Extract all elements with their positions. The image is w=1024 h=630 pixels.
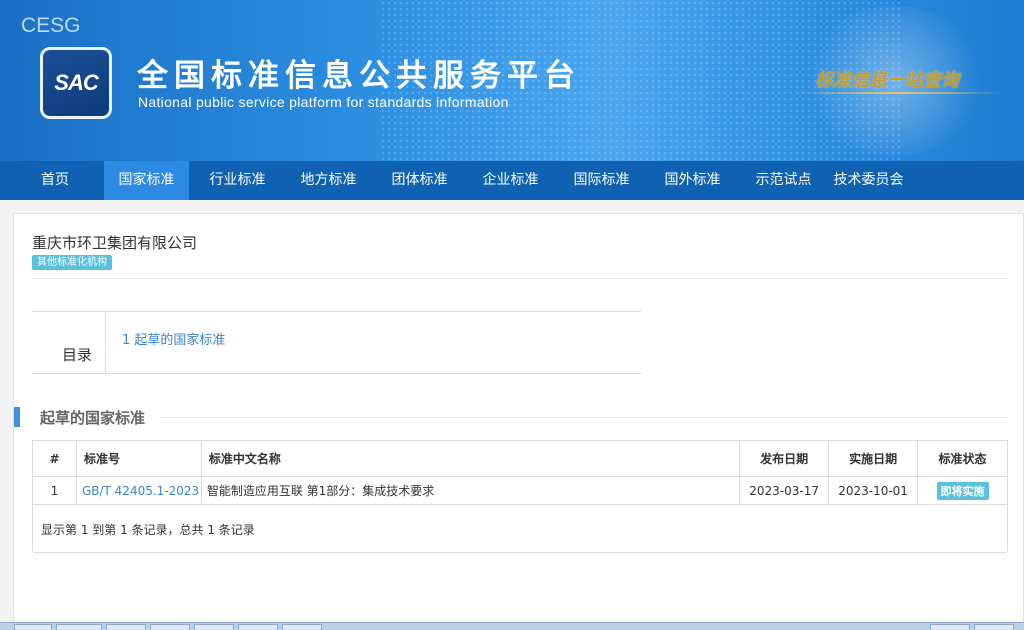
logo-text: SAC (54, 70, 98, 95)
nav-item-industry[interactable]: 行业标准 (195, 161, 280, 200)
nav-item-group[interactable]: 团体标准 (377, 161, 462, 200)
standards-table: # 标准号 标准中文名称 发布日期 实施日期 标准状态 1 GB/T 42405… (32, 440, 1008, 505)
taskbar-button[interactable] (238, 624, 278, 630)
nav-item-pilot[interactable]: 示范试点 (741, 161, 826, 200)
row-index: 1 (32, 476, 77, 505)
content-card: 重庆市环卫集团有限公司 其他标准化机构 目录 1 起草的国家标准 起草的国家标准… (13, 213, 1024, 630)
taskbar-button[interactable] (194, 624, 234, 630)
section-title: 起草的国家标准 (40, 409, 146, 427)
taskbar (0, 622, 1024, 630)
col-header-implement-date[interactable]: 实施日期 (828, 440, 919, 477)
taskbar-button[interactable] (150, 624, 190, 630)
nav-item-national[interactable]: 国家标准 (104, 161, 189, 200)
col-header-index[interactable]: # (32, 440, 77, 477)
toc-link-drafted-national[interactable]: 1 起草的国家标准 (122, 329, 225, 348)
table-header-row: # 标准号 标准中文名称 发布日期 实施日期 标准状态 (32, 440, 1008, 477)
nav-item-international[interactable]: 国际标准 (559, 161, 644, 200)
taskbar-button[interactable] (930, 624, 970, 630)
nav-item-enterprise[interactable]: 企业标准 (468, 161, 553, 200)
site-subtitle: National public service platform for sta… (138, 94, 509, 110)
section-marker (14, 407, 20, 427)
slogan-underline (795, 92, 1005, 94)
col-header-publish-date[interactable]: 发布日期 (739, 440, 830, 477)
table-of-contents: 目录 1 起草的国家标准 (32, 311, 641, 374)
col-header-std-no[interactable]: 标准号 (75, 440, 202, 477)
section-divider (161, 417, 1008, 418)
nav-item-committee[interactable]: 技术委员会 (826, 161, 911, 200)
header-banner: CESG SAC 全国标准信息公共服务平台 National public se… (0, 0, 1024, 161)
status-badge: 即将实施 (936, 481, 989, 500)
nav-item-foreign[interactable]: 国外标准 (650, 161, 735, 200)
site-title: 全国标准信息公共服务平台 (137, 58, 581, 94)
row-std-no: GB/T 42405.1-2023 (75, 476, 202, 505)
std-no-link[interactable]: GB/T 42405.1-2023 (82, 484, 199, 498)
org-name: 重庆市环卫集团有限公司 (32, 234, 198, 252)
row-status-cell: 即将实施 (917, 476, 1008, 505)
taskbar-button[interactable] (974, 624, 1014, 630)
org-type-badge: 其他标准化机构 (32, 255, 112, 270)
row-std-name: 智能制造应用互联 第1部分：集成技术要求 (200, 476, 741, 505)
nav-item-local[interactable]: 地方标准 (286, 161, 371, 200)
divider (32, 278, 1008, 279)
taskbar-button[interactable] (106, 624, 146, 630)
col-header-name[interactable]: 标准中文名称 (200, 440, 741, 477)
sac-logo[interactable]: SAC (40, 47, 112, 119)
nav-item-home[interactable]: 首页 (40, 161, 70, 200)
col-header-status[interactable]: 标准状态 (917, 440, 1008, 477)
standards-table-panel: # 标准号 标准中文名称 发布日期 实施日期 标准状态 1 GB/T 42405… (32, 440, 1008, 553)
cesg-label: CESG (21, 14, 81, 37)
main-nav: 首页 国家标准 行业标准 地方标准 团体标准 企业标准 国际标准 国外标准 示范… (0, 161, 1024, 200)
toc-label: 目录 (32, 312, 106, 373)
row-implement-date: 2023-10-01 (828, 476, 919, 505)
taskbar-button[interactable] (56, 624, 102, 630)
pagination-summary: 显示第 1 到第 1 条记录，总共 1 条记录 (41, 523, 255, 537)
taskbar-button[interactable] (14, 624, 52, 630)
row-publish-date: 2023-03-17 (739, 476, 830, 505)
slogan: 标准信息一站查询 (815, 70, 959, 91)
table-row: 1 GB/T 42405.1-2023 智能制造应用互联 第1部分：集成技术要求… (32, 476, 1008, 505)
taskbar-button[interactable] (282, 624, 322, 630)
